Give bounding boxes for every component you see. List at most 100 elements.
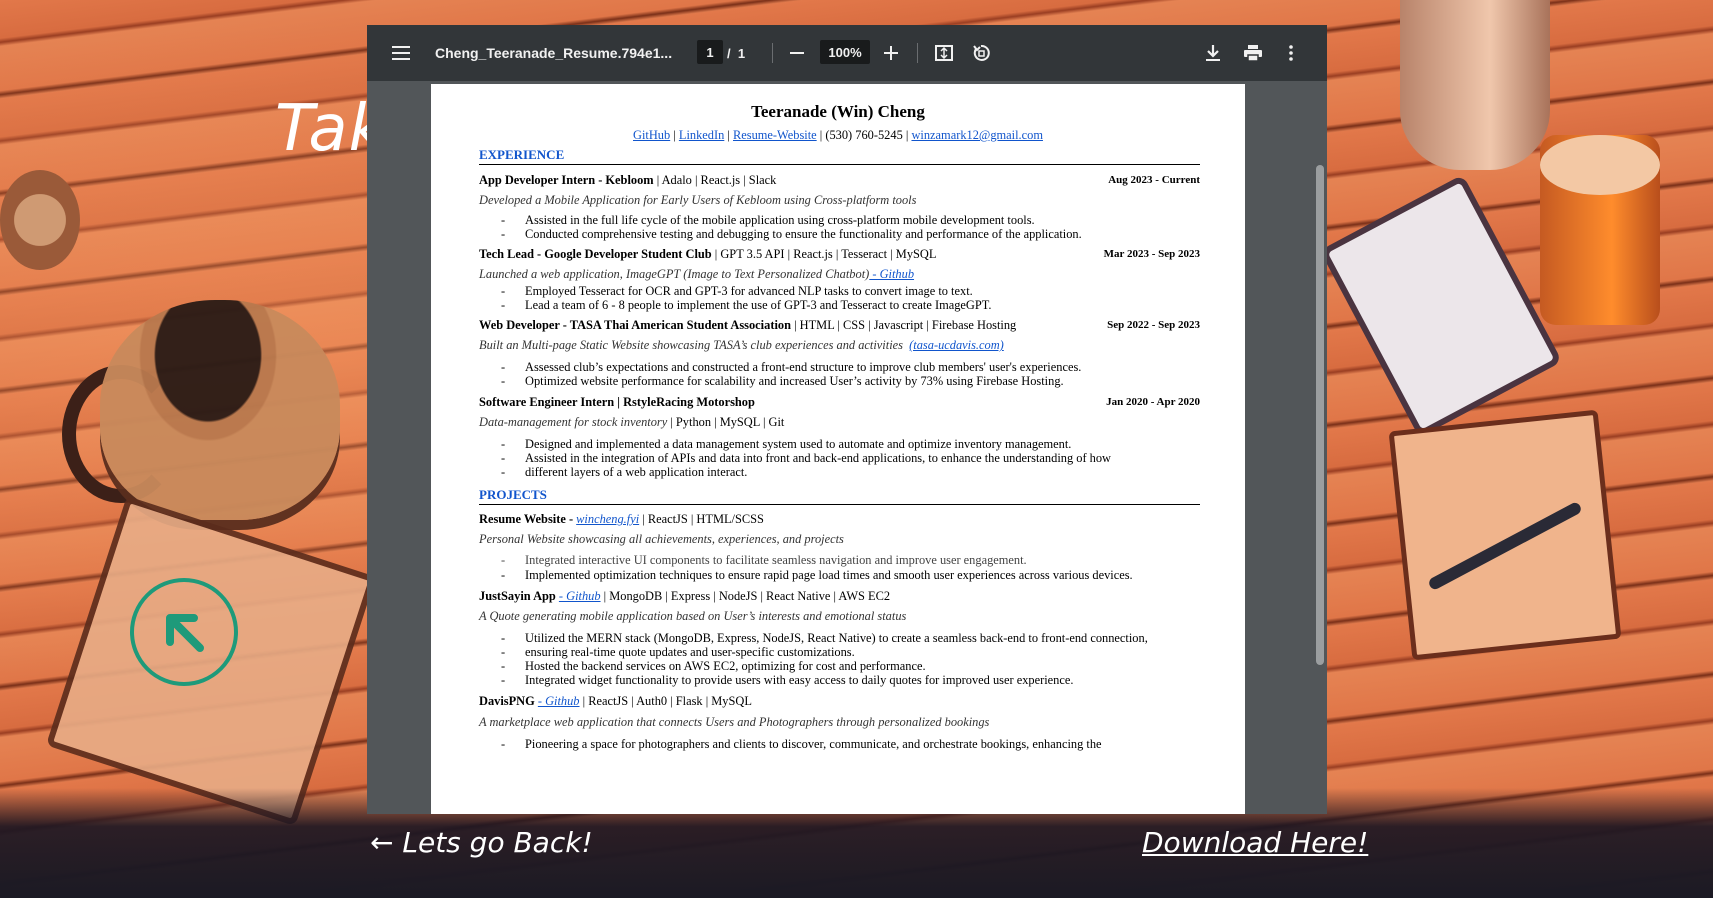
small-cup-illustration bbox=[0, 170, 80, 270]
project-title: JustSayin App bbox=[479, 589, 559, 603]
back-link-label: Lets go Back! bbox=[402, 826, 593, 859]
project-title-row: JustSayin App - Github | MongoDB | Expre… bbox=[479, 589, 1200, 604]
project-link[interactable]: - Github bbox=[538, 694, 580, 708]
project-link[interactable]: wincheng.fyi bbox=[576, 512, 639, 526]
website-link[interactable]: Resume-Website bbox=[733, 128, 817, 142]
job-tech: | HTML | CSS | Javascript | Firebase Hos… bbox=[790, 318, 1017, 332]
more-vert-icon bbox=[1289, 45, 1293, 61]
zoom-out-button[interactable] bbox=[785, 25, 809, 81]
download-icon bbox=[1206, 45, 1220, 61]
job-bullet: Lead a team of 6 - 8 people to implement… bbox=[501, 298, 1200, 313]
job-bullet-text: different layers of a web application in… bbox=[525, 465, 748, 479]
job-bullet: Assessed club’s expectations and constru… bbox=[501, 360, 1200, 375]
job-description-row: Built an Multi-page Static Website showc… bbox=[479, 338, 1200, 353]
job-bullet-continued: different layers of a web application in… bbox=[501, 465, 1200, 480]
job-title-row: App Developer Intern - Kebloom | Adalo |… bbox=[479, 173, 1200, 188]
page-separator: / bbox=[727, 45, 731, 61]
more-options-button[interactable] bbox=[1279, 25, 1303, 81]
project-bullet: Utilized the MERN stack (MongoDB, Expres… bbox=[501, 631, 1200, 646]
arrow-up-left-icon bbox=[166, 614, 204, 652]
menu-icon bbox=[392, 46, 410, 60]
project-bullet: Pioneering a space for photographers and… bbox=[501, 737, 1200, 752]
job-description: Developed a Mobile Application for Early… bbox=[479, 193, 917, 207]
job-bullet: Employed Tesseract for OCR and GPT-3 for… bbox=[501, 284, 1200, 299]
project-link[interactable]: - Github bbox=[559, 589, 601, 603]
zoom-input[interactable]: 100% bbox=[820, 40, 870, 64]
project-bullet: Implemented optimization techniques to e… bbox=[501, 568, 1200, 583]
paper-illustration bbox=[1388, 409, 1622, 661]
pdf-scrollbar[interactable] bbox=[1313, 81, 1327, 814]
linkedin-link[interactable]: LinkedIn bbox=[679, 128, 724, 142]
rotate-icon bbox=[973, 44, 990, 61]
job-date: Aug 2023 - Current bbox=[1108, 174, 1200, 186]
project-description: Personal Website showcasing all achievem… bbox=[479, 532, 844, 546]
job-title: App Developer Intern - Kebloom bbox=[479, 173, 654, 187]
phone-number: (530) 760-5245 bbox=[825, 128, 903, 142]
mug-illustration bbox=[100, 300, 340, 520]
job-title: Web Developer - TASA Thai American Stude… bbox=[479, 318, 791, 332]
zoom-in-icon bbox=[884, 46, 898, 60]
fit-page-icon bbox=[935, 45, 953, 61]
job-date: Mar 2023 - Sep 2023 bbox=[1103, 248, 1200, 260]
download-link[interactable]: Download Here! bbox=[1142, 826, 1368, 859]
job-bullet: Optimized website performance for scalab… bbox=[501, 374, 1200, 389]
project-tech: | MongoDB | Express | NodeJS | React Nat… bbox=[600, 589, 891, 603]
project-bullet-text: ensuring real-time quote updates and use… bbox=[525, 645, 855, 659]
project-tech: | ReactJS | Auth0 | Flask | MySQL bbox=[579, 694, 752, 708]
back-link[interactable]: ← Lets go Back! bbox=[370, 826, 593, 859]
project-github-link[interactable]: - Github bbox=[869, 267, 914, 281]
job-title-row: Software Engineer Intern | RstyleRacing … bbox=[479, 395, 1200, 410]
job-bullet: Assisted in the integration of APIs and … bbox=[501, 451, 1200, 466]
resume-contact: GitHub | LinkedIn | Resume-Website | (53… bbox=[633, 128, 1043, 142]
job-title: Tech Lead - Google Developer Student Clu… bbox=[479, 247, 712, 261]
page-total: / 1 bbox=[727, 25, 745, 81]
toolbar-divider bbox=[917, 43, 918, 63]
job-description: Built an Multi-page Static Website showc… bbox=[479, 338, 903, 352]
project-description: A Quote generating mobile application ba… bbox=[479, 609, 907, 623]
project-title: DavisPNG bbox=[479, 694, 538, 708]
github-link[interactable]: GitHub bbox=[633, 128, 670, 142]
project-title-row: Resume Website - wincheng.fyi | ReactJS … bbox=[479, 512, 1200, 527]
job-title-row: Web Developer - TASA Thai American Stude… bbox=[479, 318, 1200, 333]
arrow-left-icon: ← bbox=[370, 826, 394, 859]
pdf-scrollbar-thumb[interactable] bbox=[1316, 165, 1324, 665]
page-number-input[interactable]: 1 bbox=[697, 40, 723, 64]
resume-name: Teeranade (Win) Cheng bbox=[751, 102, 925, 121]
project-tech: | ReactJS | HTML/SCSS bbox=[639, 512, 764, 526]
job-bullet: Assisted in the full life cycle of the m… bbox=[501, 213, 1200, 228]
job-bullet: Designed and implemented a data manageme… bbox=[501, 437, 1200, 452]
download-button[interactable] bbox=[1199, 25, 1227, 81]
project-bullet: Hosted the backend services on AWS EC2, … bbox=[501, 659, 1200, 674]
pdf-viewer: Cheng_Teeranade_Resume.794e1... 1 / 1 10… bbox=[367, 25, 1327, 814]
job-date: Jan 2020 - Apr 2020 bbox=[1106, 396, 1200, 408]
page-total-count: 1 bbox=[737, 45, 746, 61]
job-date: Sep 2022 - Sep 2023 bbox=[1107, 319, 1200, 331]
orange-cup-top-illustration bbox=[1540, 135, 1660, 195]
menu-button[interactable] bbox=[387, 25, 415, 81]
pdf-page: Teeranade (Win) Cheng GitHub | LinkedIn … bbox=[431, 84, 1245, 814]
bottle-illustration bbox=[1400, 0, 1550, 170]
project-bullet: Integrated widget functionality to provi… bbox=[501, 673, 1200, 688]
back-arrow-button[interactable] bbox=[130, 578, 238, 686]
experience-header: EXPERIENCE bbox=[479, 147, 1200, 165]
print-button[interactable] bbox=[1239, 25, 1267, 81]
tasa-website-link[interactable]: (tasa-ucdavis.com) bbox=[909, 338, 1004, 352]
pdf-filename: Cheng_Teeranade_Resume.794e1... bbox=[435, 45, 673, 61]
job-bullet: Conducted comprehensive testing and debu… bbox=[501, 227, 1200, 242]
job-title: Software Engineer Intern | RstyleRacing … bbox=[479, 395, 755, 409]
project-title-row: DavisPNG - Github | ReactJS | Auth0 | Fl… bbox=[479, 694, 1200, 709]
zoom-in-button[interactable] bbox=[879, 25, 903, 81]
project-title: Resume Website - bbox=[479, 512, 577, 526]
email-link[interactable]: winzamark12@gmail.com bbox=[911, 128, 1043, 142]
print-icon bbox=[1244, 45, 1262, 61]
fit-page-button[interactable] bbox=[930, 25, 958, 81]
job-tech: | Python | MySQL | Git bbox=[667, 415, 785, 429]
job-description: Data-management for stock inventory bbox=[479, 415, 668, 429]
rotate-button[interactable] bbox=[967, 25, 995, 81]
project-description: A marketplace web application that conne… bbox=[479, 715, 990, 729]
pdf-toolbar: Cheng_Teeranade_Resume.794e1... 1 / 1 10… bbox=[367, 25, 1327, 81]
job-title-row: Tech Lead - Google Developer Student Clu… bbox=[479, 247, 1200, 262]
zoom-out-icon bbox=[790, 52, 804, 54]
project-bullet-continued: ensuring real-time quote updates and use… bbox=[501, 645, 1200, 660]
toolbar-divider bbox=[772, 43, 773, 63]
